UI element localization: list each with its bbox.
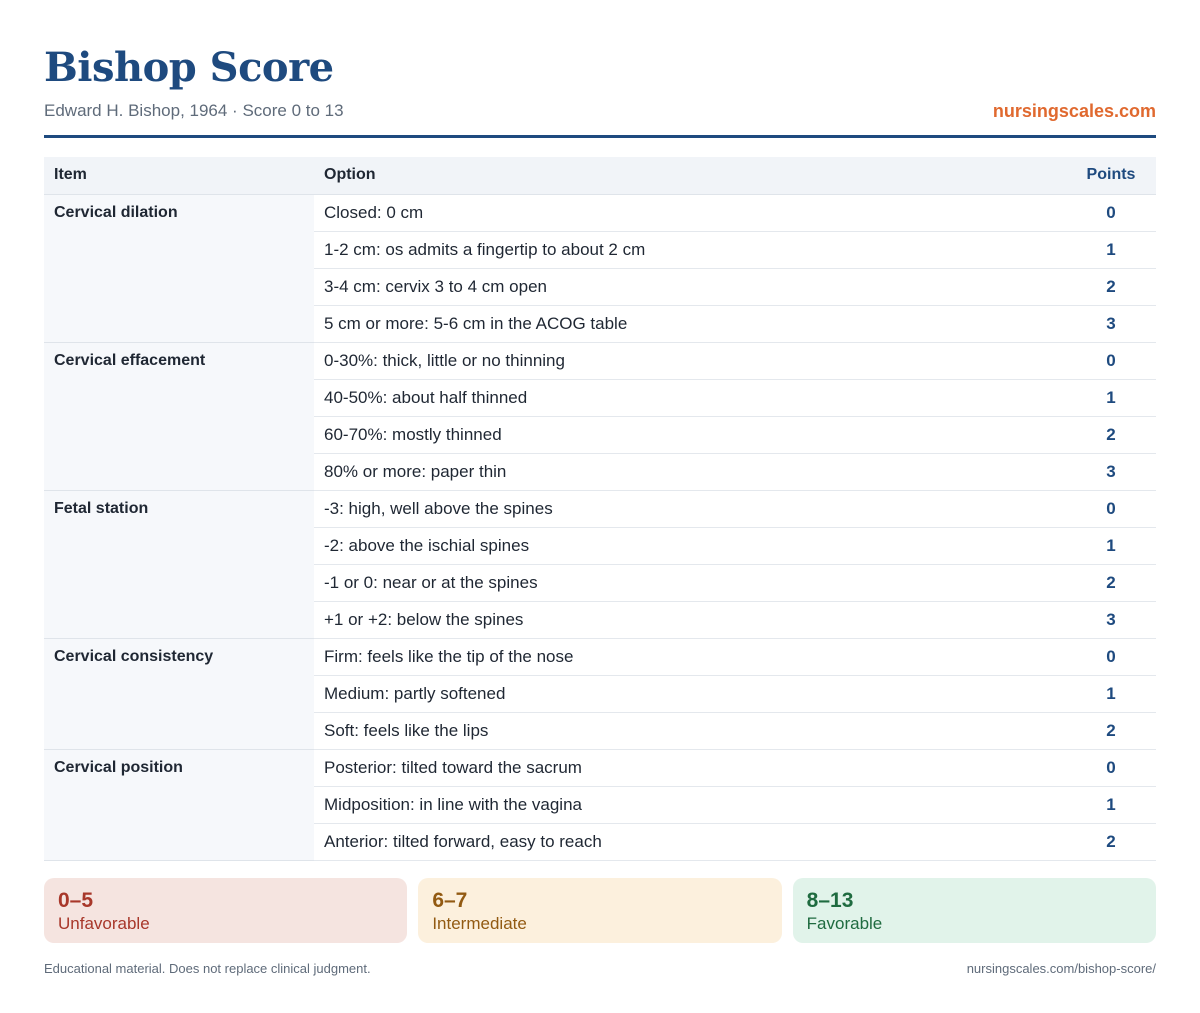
item-cell: Cervical dilation (44, 194, 314, 343)
band-range: 0–5 (58, 889, 94, 912)
band-label: Unfavorable (58, 914, 150, 933)
option-cell: -2: above the ischial spines (314, 527, 1066, 565)
points-cell: 3 (1066, 601, 1156, 639)
option-cell: Midposition: in line with the vagina (314, 786, 1066, 824)
table-row: Cervical position Posterior: tilted towar… (44, 749, 1156, 861)
option-cell: Closed: 0 cm (314, 194, 1066, 232)
option-cell: 60-70%: mostly thinned (314, 416, 1066, 454)
option-cell: 1-2 cm: os admits a fingertip to about 2… (314, 231, 1066, 269)
item-cell: Cervical position (44, 749, 314, 861)
footer-url-link[interactable]: nursingscales.com/bishop-score/ (967, 961, 1156, 976)
band-range: 6–7 (432, 889, 468, 912)
score-table: Item Option Points Cervical dilation Clos… (44, 157, 1156, 861)
points-cell: 3 (1066, 305, 1156, 343)
points-cell: 1 (1066, 675, 1156, 713)
points-cell: 2 (1066, 416, 1156, 454)
option-cell: +1 or +2: below the spines (314, 601, 1066, 639)
table-row: Cervical effacement 0-30%: thick, little … (44, 342, 1156, 491)
band-label: Intermediate (432, 914, 527, 933)
option-cell: -1 or 0: near or at the spines (314, 564, 1066, 602)
points-cell: 0 (1066, 749, 1156, 787)
option-cell: Posterior: tilted toward the sacrum (314, 749, 1066, 787)
points-cell: 1 (1066, 786, 1156, 824)
page: Bishop Score Edward H. Bishop, 1964 · Sc… (0, 0, 1200, 1013)
option-cell: Soft: feels like the lips (314, 712, 1066, 750)
option-cell: Anterior: tilted forward, easy to reach (314, 823, 1066, 861)
table-row: Cervical dilation Closed: 0 cm 0 (44, 194, 1156, 343)
column-header-points: Points (1066, 157, 1156, 195)
option-cell: 3-4 cm: cervix 3 to 4 cm open (314, 268, 1066, 306)
option-cell: Medium: partly softened (314, 675, 1066, 713)
option-cell: 5 cm or more: 5-6 cm in the ACOG table (314, 305, 1066, 343)
points-cell: 1 (1066, 379, 1156, 417)
table-body: Cervical dilation Closed: 0 cm 0 1-2 cm: os… (44, 194, 1156, 861)
footer-disclaimer: Educational material. Does not replace c… (44, 961, 371, 976)
column-header-item: Item (44, 157, 314, 195)
item-cell: Cervical consistency (44, 638, 314, 750)
band-range: 8–13 (806, 889, 854, 912)
option-cell: 80% or more: paper thin (314, 453, 1066, 491)
points-cell: 3 (1066, 453, 1156, 491)
band-intermediate: 6–7 Intermediate (418, 878, 782, 943)
item-cell: Cervical effacement (44, 342, 314, 491)
option-cell: -3: high, well above the spines (314, 490, 1066, 528)
table-row: Cervical consistency Firm: feels like the… (44, 638, 1156, 750)
item-cell: Fetal station (44, 490, 314, 639)
table-header-row: Item Option Points (44, 157, 1156, 195)
site-link[interactable]: nursingscales.com (993, 100, 1156, 122)
option-cell: 0-30%: thick, little or no thinning (314, 342, 1066, 380)
points-cell: 2 (1066, 823, 1156, 861)
table-row: Fetal station -3: high, well above the sp… (44, 490, 1156, 639)
band-unfavorable: 0–5 Unfavorable (44, 878, 408, 943)
points-cell: 0 (1066, 490, 1156, 528)
column-header-option: Option (314, 157, 1066, 195)
points-cell: 2 (1066, 712, 1156, 750)
points-cell: 0 (1066, 638, 1156, 676)
band-label: Favorable (806, 914, 883, 933)
points-cell: 1 (1066, 527, 1156, 565)
points-cell: 1 (1066, 231, 1156, 269)
points-cell: 2 (1066, 268, 1156, 306)
option-cell: Firm: feels like the tip of the nose (314, 638, 1066, 676)
points-cell: 2 (1066, 564, 1156, 602)
page-title: Bishop Score (44, 44, 334, 91)
points-cell: 0 (1066, 342, 1156, 380)
points-cell: 0 (1066, 194, 1156, 232)
interpretation-bands: 0–5 Unfavorable 6–7 Intermediate 8–13 Fa… (44, 878, 1156, 943)
band-favorable: 8–13 Favorable (792, 878, 1156, 943)
header-divider (44, 135, 1156, 138)
page-subtitle: Edward H. Bishop, 1964 · Score 0 to 13 (44, 101, 344, 120)
option-cell: 40-50%: about half thinned (314, 379, 1066, 417)
